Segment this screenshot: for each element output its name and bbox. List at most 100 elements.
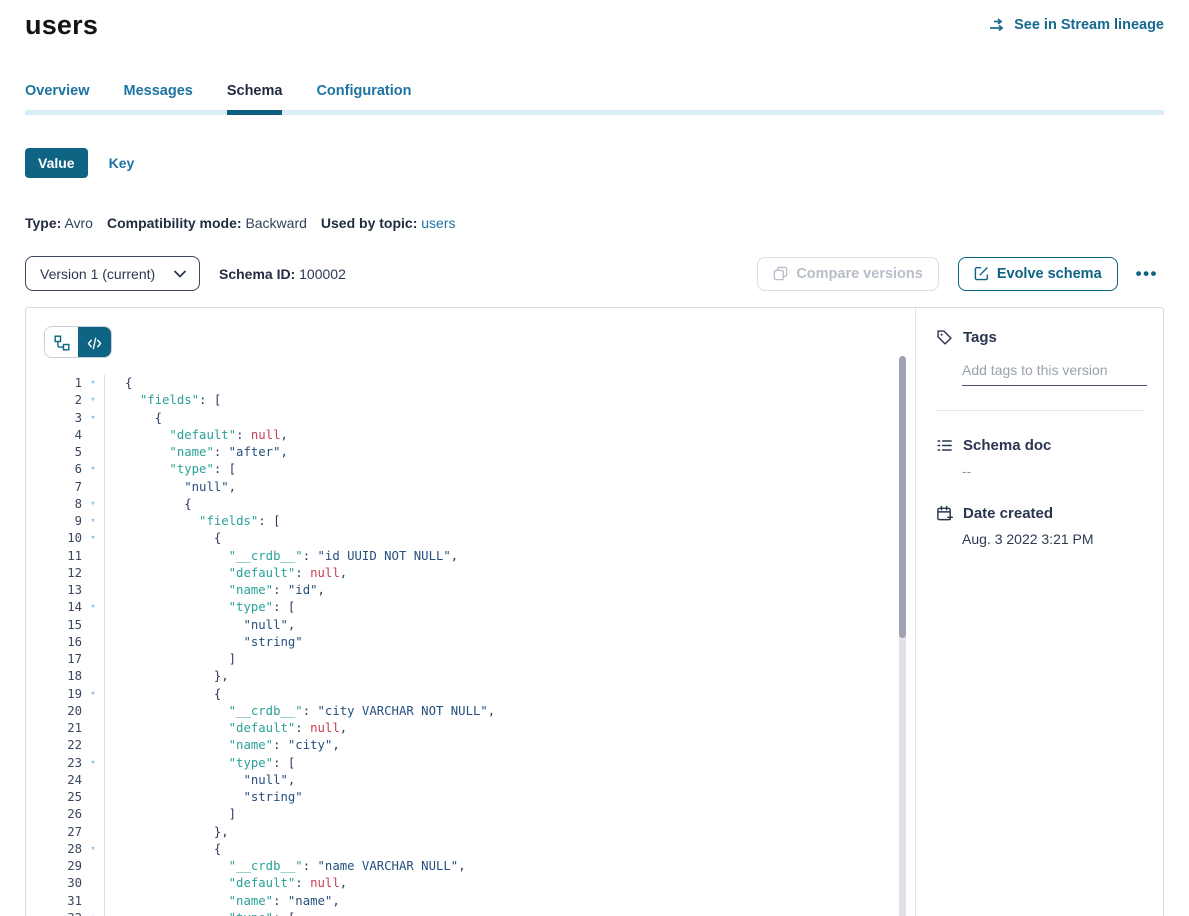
code-text: "name": "id", — [104, 582, 915, 599]
code-text: "type": [ — [104, 599, 915, 616]
collapse-arrow-icon[interactable]: ▾ — [82, 755, 104, 772]
schema-code-panel: 1▾{2▾ "fields": [3▾ {4 "default": null,5… — [26, 308, 915, 916]
key-toggle-button[interactable]: Key — [109, 155, 135, 171]
code-line: 29 "__crdb__": "name VARCHAR NULL", — [44, 858, 915, 875]
code-line: 7 "null", — [44, 479, 915, 496]
collapse-arrow-icon[interactable]: ▾ — [82, 910, 104, 916]
fold-spacer — [82, 806, 104, 823]
code-text: { — [104, 375, 915, 392]
type-label: Type: — [25, 215, 61, 231]
tab-schema[interactable]: Schema — [227, 83, 283, 115]
code-text: "fields": [ — [104, 513, 915, 530]
version-select-value: Version 1 (current) — [40, 266, 155, 282]
code-text: { — [104, 686, 915, 703]
more-options-button[interactable]: ••• — [1130, 264, 1164, 284]
code-view-icon — [87, 337, 102, 350]
fold-spacer — [82, 444, 104, 461]
fold-spacer — [82, 651, 104, 668]
evolve-schema-button[interactable]: Evolve schema — [958, 257, 1118, 291]
compatibility-value: Backward — [245, 215, 306, 231]
schema-controls: Version 1 (current) Schema ID: 100002 Co… — [25, 256, 1164, 291]
edit-icon — [974, 266, 989, 281]
tree-view-button[interactable] — [45, 327, 78, 358]
line-number: 21 — [44, 720, 82, 737]
code-line: 30 "default": null, — [44, 875, 915, 892]
line-number: 26 — [44, 806, 82, 823]
date-created-title: Date created — [963, 505, 1053, 522]
code-line: 32▾ "type": [ — [44, 910, 915, 916]
line-number: 7 — [44, 479, 82, 496]
collapse-arrow-icon[interactable]: ▾ — [82, 496, 104, 513]
version-select[interactable]: Version 1 (current) — [25, 256, 200, 291]
collapse-arrow-icon[interactable]: ▾ — [82, 513, 104, 530]
line-number: 20 — [44, 703, 82, 720]
compare-versions-icon — [773, 266, 788, 281]
tags-title: Tags — [963, 329, 997, 346]
collapse-arrow-icon[interactable]: ▾ — [82, 599, 104, 616]
schema-doc-value: -- — [962, 463, 1145, 479]
code-scrollbar-thumb[interactable] — [899, 356, 906, 638]
see-in-stream-lineage-link[interactable]: See in Stream lineage — [989, 17, 1164, 33]
fold-spacer — [82, 634, 104, 651]
collapse-arrow-icon[interactable]: ▾ — [82, 375, 104, 392]
schema-meta: Type: Avro Compatibility mode: Backward … — [25, 215, 1164, 231]
code-line: 27 }, — [44, 824, 915, 841]
code-text: "default": null, — [104, 720, 915, 737]
code-line: 19▾ { — [44, 686, 915, 703]
line-number: 16 — [44, 634, 82, 651]
code-line: 11 "__crdb__": "id UUID NOT NULL", — [44, 548, 915, 565]
fold-spacer — [82, 893, 104, 910]
line-number: 11 — [44, 548, 82, 565]
collapse-arrow-icon[interactable]: ▾ — [82, 530, 104, 547]
see-in-stream-lineage-label: See in Stream lineage — [1014, 17, 1164, 33]
code-line: 12 "default": null, — [44, 565, 915, 582]
code-line: 17 ] — [44, 651, 915, 668]
code-text: "type": [ — [104, 910, 915, 916]
topic-link[interactable]: users — [421, 215, 455, 231]
ellipsis-icon: ••• — [1136, 264, 1158, 283]
fold-spacer — [82, 858, 104, 875]
code-text: "default": null, — [104, 875, 915, 892]
code-line: 10▾ { — [44, 530, 915, 547]
collapse-arrow-icon[interactable]: ▾ — [82, 461, 104, 478]
code-line: 3▾ { — [44, 410, 915, 427]
line-number: 14 — [44, 599, 82, 616]
tab-configuration[interactable]: Configuration — [316, 83, 411, 115]
line-number: 30 — [44, 875, 82, 892]
stream-lineage-icon — [989, 18, 1007, 32]
tab-messages[interactable]: Messages — [124, 83, 193, 115]
code-line: 25 "string" — [44, 789, 915, 806]
line-number: 23 — [44, 755, 82, 772]
line-number: 25 — [44, 789, 82, 806]
code-view-button[interactable] — [78, 327, 111, 358]
code-text: "__crdb__": "id UUID NOT NULL", — [104, 548, 915, 565]
line-number: 18 — [44, 668, 82, 685]
tab-overview[interactable]: Overview — [25, 83, 90, 115]
code-line: 1▾{ — [44, 375, 915, 392]
line-number: 29 — [44, 858, 82, 875]
code-line: 16 "string" — [44, 634, 915, 651]
chevron-down-icon — [174, 270, 186, 278]
used-by-topic-label: Used by topic: — [321, 215, 417, 231]
collapse-arrow-icon[interactable]: ▾ — [82, 841, 104, 858]
code-line: 5 "name": "after", — [44, 444, 915, 461]
code-line: 26 ] — [44, 806, 915, 823]
line-number: 1 — [44, 375, 82, 392]
collapse-arrow-icon[interactable]: ▾ — [82, 686, 104, 703]
line-number: 15 — [44, 617, 82, 634]
evolve-schema-label: Evolve schema — [997, 266, 1102, 282]
code-line: 31 "name": "name", — [44, 893, 915, 910]
fold-spacer — [82, 789, 104, 806]
code-text: { — [104, 530, 915, 547]
line-number: 3 — [44, 410, 82, 427]
code-line: 4 "default": null, — [44, 427, 915, 444]
collapse-arrow-icon[interactable]: ▾ — [82, 392, 104, 409]
collapse-arrow-icon[interactable]: ▾ — [82, 410, 104, 427]
schema-id-value: 100002 — [299, 266, 346, 282]
line-number: 17 — [44, 651, 82, 668]
fold-spacer — [82, 824, 104, 841]
page-title: users — [25, 10, 98, 41]
value-toggle-button[interactable]: Value — [25, 148, 88, 178]
code-line: 21 "default": null, — [44, 720, 915, 737]
add-tags-input[interactable] — [962, 362, 1147, 386]
